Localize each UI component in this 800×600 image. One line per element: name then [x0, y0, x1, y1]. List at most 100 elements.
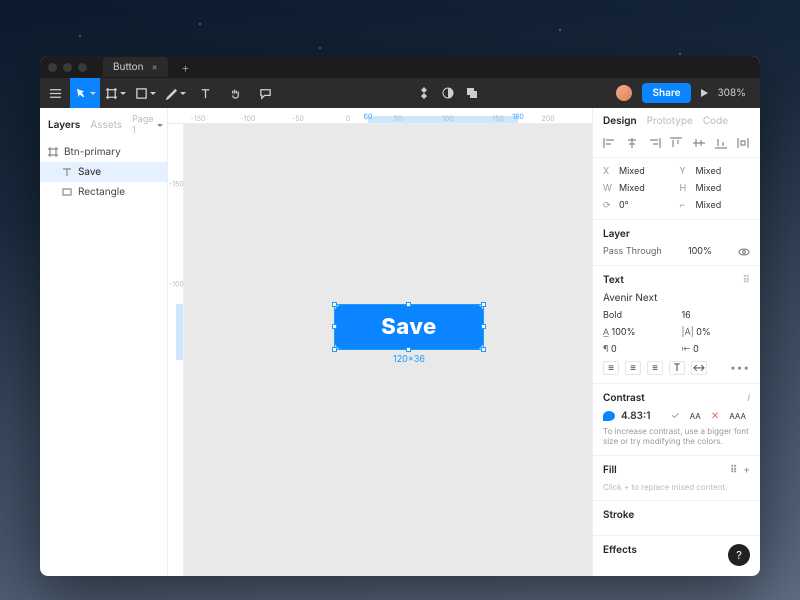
comment-tool[interactable] — [250, 78, 280, 108]
design-canvas[interactable]: Save 120×36 — [184, 124, 592, 576]
visibility-icon[interactable] — [738, 247, 750, 257]
distribute-icon[interactable] — [736, 137, 750, 149]
tab-assets[interactable]: Assets — [90, 119, 122, 131]
indent-input[interactable]: 0 — [693, 344, 699, 355]
layer-tree: Btn-primary Save Rectangle — [40, 140, 167, 204]
move-tool[interactable] — [70, 78, 100, 108]
text-align-center-icon[interactable]: ≡ — [625, 361, 641, 375]
letter-spacing-input[interactable]: 0% — [696, 327, 711, 338]
add-fill-button[interactable]: + — [743, 464, 750, 476]
x-input[interactable]: Mixed — [619, 166, 674, 177]
hand-tool[interactable] — [220, 78, 250, 108]
resize-handle[interactable] — [406, 302, 411, 307]
tab-design[interactable]: Design — [603, 115, 637, 127]
close-tab-icon[interactable]: × — [152, 62, 158, 73]
file-tab-label: Button — [113, 61, 144, 73]
ruler-tick: -150 — [191, 114, 206, 123]
tab-prototype[interactable]: Prototype — [647, 115, 693, 127]
fill-hint: Click + to replace mixed content. — [603, 482, 750, 492]
line-height-icon: A̲ — [603, 327, 609, 338]
resize-handle[interactable] — [332, 347, 337, 352]
traffic-max-icon[interactable] — [78, 63, 87, 72]
font-size-input[interactable]: 16 — [682, 310, 751, 321]
resize-handle[interactable] — [332, 302, 337, 307]
shape-tool[interactable] — [130, 78, 160, 108]
resize-handle[interactable] — [481, 347, 486, 352]
selection-box[interactable] — [334, 304, 484, 350]
present-button[interactable] — [701, 89, 708, 97]
w-label: W — [603, 183, 613, 194]
text-align-top-icon[interactable]: T — [669, 361, 685, 375]
text-auto-width-icon[interactable]: ↔ — [691, 361, 707, 375]
line-height-input[interactable]: 100% — [612, 327, 636, 338]
text-align-left-icon[interactable]: ≡ — [603, 361, 619, 375]
file-tab[interactable]: Button × — [103, 57, 168, 77]
ruler-tick: 150 — [492, 114, 504, 123]
pen-tool[interactable] — [160, 78, 190, 108]
help-button[interactable]: ? — [728, 544, 750, 566]
contrast-section: Contrasti 4.83:1 ✓AA ✕AAA To increase co… — [593, 384, 760, 456]
zoom-control[interactable]: 308% — [718, 87, 751, 99]
ruler-tick: 100 — [442, 114, 454, 123]
align-bottom-icon[interactable] — [714, 137, 728, 149]
radius-input[interactable]: Mixed — [696, 200, 751, 211]
ruler-tick: 0 — [346, 114, 350, 123]
resize-handle[interactable] — [481, 302, 486, 307]
user-avatar[interactable] — [616, 85, 632, 101]
text-align-right-icon[interactable]: ≡ — [647, 361, 663, 375]
text-more-icon[interactable]: ••• — [730, 362, 750, 374]
vertical-ruler[interactable]: -150 -100 — [168, 124, 184, 576]
page-selector[interactable]: Page 1 — [132, 114, 163, 136]
page-label: Page 1 — [132, 114, 154, 136]
menu-button[interactable] — [40, 78, 70, 108]
ruler-tick: 200 — [541, 114, 554, 123]
h-input[interactable]: Mixed — [696, 183, 751, 194]
ruler-selection — [176, 304, 183, 360]
layer-row[interactable]: Rectangle — [40, 182, 167, 202]
aa-badge: AA — [686, 411, 705, 421]
layer-label: Save — [78, 166, 101, 178]
resize-handle[interactable] — [481, 324, 486, 329]
resize-handle[interactable] — [332, 324, 337, 329]
share-button[interactable]: Share — [642, 83, 690, 103]
tab-code[interactable]: Code — [703, 115, 728, 127]
align-left-icon[interactable] — [603, 137, 617, 149]
font-weight-select[interactable]: Bold — [603, 310, 672, 321]
text-style-icon[interactable]: ⠿ — [743, 274, 750, 286]
contrast-score: 4.83:1 — [621, 410, 650, 422]
x-label: X — [603, 166, 613, 177]
aaa-badge: AAA — [725, 411, 750, 421]
toolbar-left — [40, 78, 280, 108]
inspector-panel: Design Prototype Code XMixed YMixed WMix… — [592, 108, 760, 576]
text-align-row: ≡ ≡ ≡ T ↔ ••• — [603, 361, 750, 375]
y-input[interactable]: Mixed — [696, 166, 751, 177]
rotation-input[interactable]: 0° — [619, 200, 674, 211]
horizontal-ruler[interactable]: 60 180 -150 -100 -50 0 50 100 150 200 — [168, 108, 592, 124]
blend-mode-select[interactable]: Pass Through — [603, 246, 662, 257]
font-family-select[interactable]: Avenir Next — [603, 292, 750, 304]
layer-row[interactable]: Btn-primary — [40, 142, 167, 162]
tab-layers[interactable]: Layers — [48, 119, 80, 131]
align-right-icon[interactable] — [647, 137, 661, 149]
style-icon[interactable]: ⠿ — [730, 464, 737, 476]
traffic-min-icon[interactable] — [63, 63, 72, 72]
w-input[interactable]: Mixed — [619, 183, 674, 194]
align-top-icon[interactable] — [669, 137, 683, 149]
alignment-row — [593, 133, 760, 158]
boolean-icon[interactable] — [465, 86, 479, 100]
component-icon[interactable] — [417, 86, 431, 100]
text-tool[interactable] — [190, 78, 220, 108]
frame-tool[interactable] — [100, 78, 130, 108]
opacity-input[interactable]: 100% — [688, 246, 712, 257]
resize-handle[interactable] — [406, 347, 411, 352]
paragraph-input[interactable]: 0 — [611, 344, 617, 355]
new-tab-button[interactable]: + — [182, 60, 190, 75]
info-icon[interactable]: i — [747, 392, 750, 404]
left-panel: Layers Assets Page 1 Btn-primary Save Re… — [40, 108, 168, 576]
align-vcenter-icon[interactable] — [692, 137, 706, 149]
layer-row[interactable]: Save — [40, 162, 167, 182]
toolbar-right: Share 308% — [616, 83, 760, 103]
traffic-close-icon[interactable] — [48, 63, 57, 72]
align-hcenter-icon[interactable] — [625, 137, 639, 149]
mask-icon[interactable] — [441, 86, 455, 100]
